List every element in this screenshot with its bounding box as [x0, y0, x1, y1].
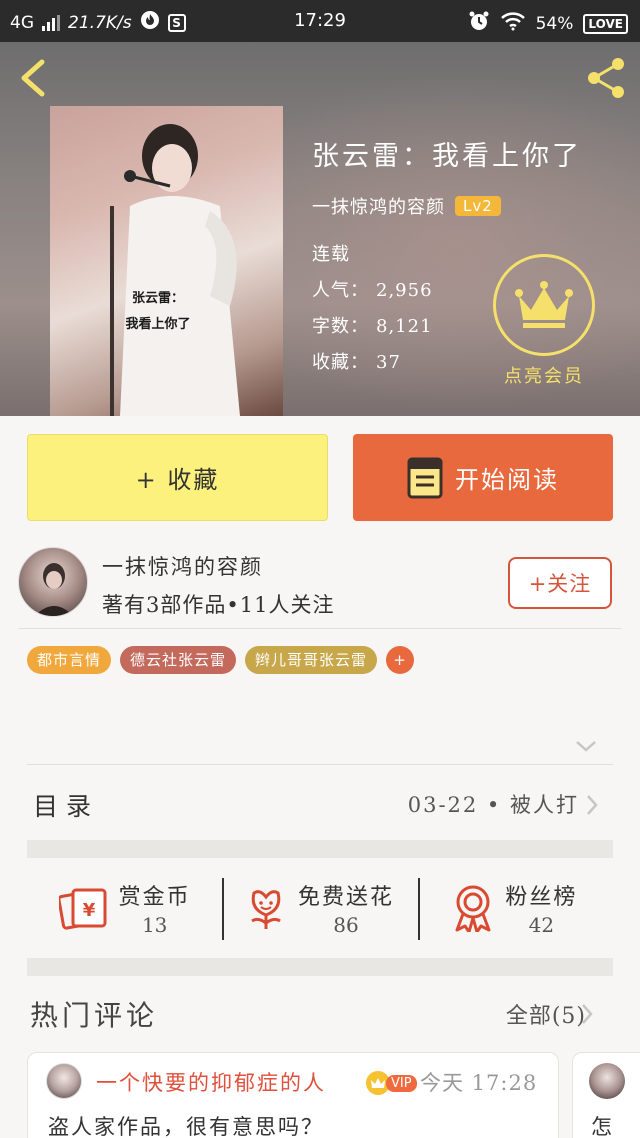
- comment-body: 怎: [591, 1115, 612, 1138]
- book-icon: [407, 457, 443, 498]
- cover-caption-line: 张云雷：: [131, 291, 184, 306]
- vip-badge-text: VIP: [386, 1074, 417, 1092]
- book-author-line: 一抹惊鸿的容颜 Lv2: [312, 193, 582, 219]
- medal-icon: [455, 885, 491, 932]
- author-works: 著有3部作品•11人关注: [102, 593, 335, 617]
- commenter-avatar[interactable]: [46, 1063, 82, 1099]
- red-envelope-icon: ¥: [58, 888, 107, 930]
- comment-card[interactable]: 怎: [572, 1052, 640, 1138]
- reward-coins[interactable]: ¥ 赏金币 13: [27, 858, 222, 958]
- status-right: 54% LOVE: [468, 10, 628, 37]
- commenter-avatar[interactable]: [589, 1063, 625, 1099]
- collect-label: + 收藏: [135, 466, 220, 494]
- reward-flowers-text: 免费送花 86: [298, 879, 394, 937]
- reward-count: 86: [333, 913, 359, 937]
- add-tag-button[interactable]: +: [386, 646, 415, 674]
- follow-button[interactable]: +关注: [508, 557, 612, 609]
- battery-level: 54%: [535, 13, 574, 34]
- section-divider: [27, 958, 613, 976]
- reward-count: 13: [141, 913, 168, 937]
- cover-caption: 张云雷： 我看上你了: [118, 286, 198, 338]
- cover-caption-line: 我看上你了: [125, 317, 191, 332]
- reward-coins-text: 赏金币 13: [119, 879, 191, 937]
- stat-value: 37: [376, 352, 401, 373]
- reward-count: 42: [528, 913, 555, 937]
- vip-circle: [493, 254, 595, 356]
- book-title: 张云雷：我看上你了: [312, 141, 582, 172]
- flower-icon: [251, 890, 281, 929]
- stat-value: 8,121: [376, 316, 433, 337]
- reward-label: 免费送花: [297, 885, 394, 910]
- share-button[interactable]: [582, 54, 630, 102]
- stat-value: 2,956: [376, 280, 433, 301]
- vip-badge: VIP: [366, 1071, 417, 1095]
- cover-figure-illustration: [110, 124, 240, 416]
- love-badge: LOVE: [583, 13, 628, 34]
- alarm-icon: [468, 10, 490, 37]
- tag-item[interactable]: 德云社张云雷: [120, 646, 237, 674]
- reward-fan-ranking[interactable]: 粉丝榜 42: [417, 858, 613, 958]
- reward-flowers[interactable]: 免费送花 86: [222, 858, 417, 958]
- stat-label: 字数：: [312, 316, 369, 337]
- comment-card[interactable]: 一个快要的抑郁症的人 VIP 今天 17:28 盗人家作品，很有意思吗？: [27, 1052, 559, 1138]
- collect-button[interactable]: + 收藏: [27, 434, 328, 521]
- share-icon: [588, 58, 624, 98]
- toc-label: 目录: [33, 792, 100, 821]
- commenter-name[interactable]: 一个快要的抑郁症的人: [96, 1067, 326, 1097]
- author-name[interactable]: 一抹惊鸿的容颜: [102, 551, 263, 581]
- start-reading-label: 开始阅读: [455, 466, 559, 494]
- stat-label: 收藏：: [312, 352, 369, 373]
- svg-text:¥: ¥: [82, 900, 95, 921]
- author-avatar[interactable]: [18, 547, 88, 617]
- book-cover[interactable]: 张云雷： 我看上你了: [50, 106, 283, 416]
- table-of-contents-row[interactable]: 目录 03-22 • 被人打: [27, 764, 613, 840]
- book-header: 张云雷： 我看上你了 张云雷：我看上你了 一抹惊鸿的容颜 Lv2 连载 人气： 2…: [0, 42, 640, 416]
- level-badge: Lv2: [455, 196, 501, 216]
- latest-chapter: 03-22 • 被人打: [407, 793, 579, 817]
- serial-status: 连载: [312, 244, 350, 265]
- hot-comments-title: 热门评论: [30, 999, 159, 1032]
- wifi-icon: [500, 11, 526, 36]
- all-comments-link[interactable]: 全部(5): [506, 998, 586, 1030]
- tag-list: 都市言情 德云社张云雷 辫儿哥哥张云雷 +: [27, 646, 415, 674]
- reward-label: 粉丝榜: [505, 885, 578, 910]
- reward-fans-text: 粉丝榜 42: [505, 879, 577, 937]
- start-reading-button[interactable]: 开始阅读: [353, 434, 613, 521]
- crown-icon: [515, 281, 573, 328]
- vip-button[interactable]: 点亮会员: [492, 254, 596, 388]
- comment-body: 盗人家作品，很有意思吗？: [48, 1115, 324, 1138]
- avatar-figure: [34, 563, 74, 616]
- chevron-right-icon[interactable]: [580, 1002, 594, 1026]
- status-bar: 4G 21.7K/s S 17:29 54% LOVE: [0, 0, 640, 42]
- book-author[interactable]: 一抹惊鸿的容颜: [312, 193, 445, 219]
- tag-item[interactable]: 辫儿哥哥张云雷: [245, 646, 378, 674]
- stat-label: 人气：: [312, 280, 369, 301]
- vip-label: 点亮会员: [504, 366, 584, 387]
- section-divider: [27, 840, 613, 858]
- reward-bar: ¥ 赏金币 13 免费送花 86 粉丝榜 42: [27, 858, 613, 958]
- author-card: 一抹惊鸿的容颜 著有3部作品•11人关注 +关注: [18, 545, 622, 629]
- back-button[interactable]: [14, 56, 54, 100]
- back-arrow-icon: [21, 59, 45, 97]
- tag-item[interactable]: 都市言情: [27, 646, 112, 674]
- reward-label: 赏金币: [118, 885, 191, 910]
- chevron-down-icon[interactable]: [574, 738, 598, 754]
- comment-time: 今天 17:28: [420, 1071, 538, 1095]
- chevron-right-icon: [587, 795, 598, 815]
